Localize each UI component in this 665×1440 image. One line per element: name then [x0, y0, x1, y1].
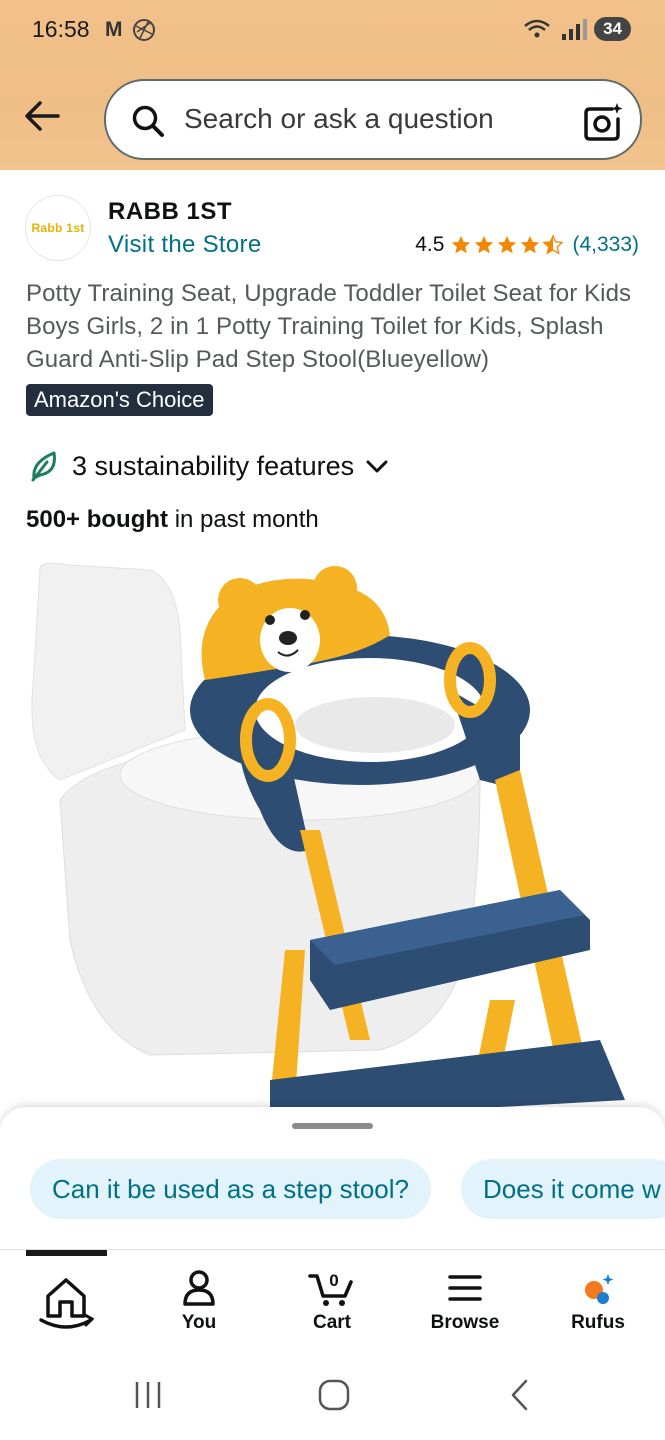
product-image[interactable]	[0, 560, 665, 1120]
star-icon	[498, 235, 517, 254]
camera-lens-icon[interactable]	[582, 101, 624, 143]
bought-count-bold: 500+ bought	[26, 506, 169, 533]
nav-browse[interactable]: Browse	[415, 1268, 515, 1334]
suggestion-chip[interactable]: Does it come w	[461, 1159, 665, 1219]
nav-cart[interactable]: 0 Cart	[282, 1268, 382, 1334]
cart-count: 0	[329, 1271, 338, 1290]
rufus-icon	[585, 1274, 614, 1304]
home-button-icon[interactable]	[314, 1378, 354, 1412]
nav-cart-label: Cart	[312, 1312, 351, 1333]
nav-you-label: You	[181, 1312, 217, 1333]
search-bar[interactable]: Search or ask a question	[104, 79, 642, 160]
potty-seat-illustration	[31, 562, 625, 1120]
sustainability-label: 3 sustainability features	[72, 450, 355, 481]
recent-apps-icon[interactable]	[128, 1378, 168, 1412]
status-time: 16:58	[32, 16, 90, 42]
nav-home[interactable]	[16, 1268, 116, 1334]
product-title: Potty Training Seat, Upgrade Toddler Toi…	[26, 280, 632, 373]
amazons-choice-badge: Amazon's Choice	[26, 384, 213, 416]
rating-count-link[interactable]: (4,333)	[572, 233, 639, 257]
menu-icon	[448, 1275, 482, 1301]
bought-count-rest: in past month	[168, 506, 319, 533]
active-tab-indicator	[26, 1250, 107, 1256]
battery-indicator: 34	[594, 17, 631, 41]
gmail-notification-icon: M	[105, 18, 123, 41]
app-header: 16:58 M 34 Search or ask a question	[0, 0, 665, 170]
star-rating	[450, 234, 565, 256]
android-system-nav	[0, 1350, 665, 1440]
nav-browse-label: Browse	[430, 1312, 500, 1333]
wifi-icon	[524, 19, 550, 38]
rating-value: 4.5	[415, 233, 445, 256]
rufus-suggestions-sheet: Can it be used as a step stool? Does it …	[0, 1107, 665, 1252]
nav-you[interactable]: You	[149, 1268, 249, 1334]
bought-count: 500+ bought in past month	[26, 506, 319, 534]
star-icon	[521, 235, 540, 254]
rating-summary[interactable]: 4.5 (4,333)	[415, 233, 639, 257]
sheet-drag-handle[interactable]	[292, 1123, 373, 1129]
weather-icon	[133, 19, 155, 41]
star-icon	[475, 235, 494, 254]
brand-logo-text: Rabb 1st	[31, 221, 85, 235]
visit-store-link[interactable]: Visit the Store	[108, 231, 261, 259]
system-back-icon[interactable]	[500, 1378, 540, 1412]
person-icon	[183, 1270, 215, 1306]
nav-rufus[interactable]: Rufus	[548, 1268, 648, 1334]
half-star-icon	[542, 234, 565, 255]
search-icon	[132, 105, 164, 137]
home-icon	[39, 1278, 95, 1329]
sustainability-features[interactable]: 3 sustainability features	[30, 450, 390, 482]
leaf-icon	[31, 451, 56, 482]
brand-logo[interactable]: Rabb 1st	[25, 195, 91, 261]
star-icon	[452, 235, 471, 254]
status-indicators: 34	[522, 16, 631, 42]
brand-name: RABB 1ST	[108, 198, 233, 225]
search-input[interactable]: Search or ask a question	[184, 103, 494, 135]
suggestion-chip[interactable]: Can it be used as a step stool?	[30, 1159, 432, 1219]
back-arrow-icon[interactable]	[20, 96, 64, 136]
cart-icon: 0	[308, 1271, 353, 1306]
chevron-down-icon	[366, 460, 388, 473]
signal-icon	[562, 19, 588, 40]
bottom-navigation: You 0 Cart Browse Rufus	[0, 1249, 665, 1349]
status-bar: 16:58 M 34	[0, 0, 665, 62]
nav-rufus-label: Rufus	[571, 1312, 625, 1333]
